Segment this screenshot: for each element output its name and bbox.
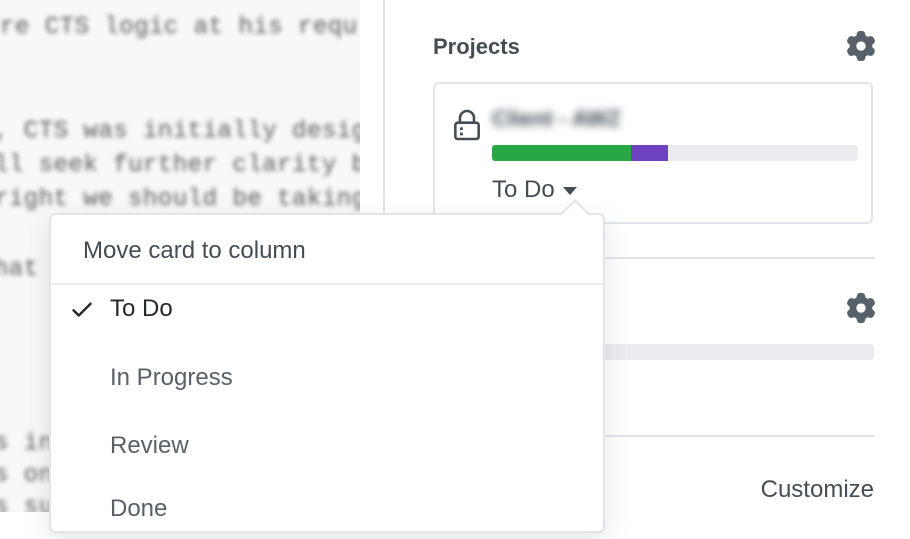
milestone-progress-bar [590,344,874,360]
option-label: In Progress [110,364,233,391]
projects-heading: Projects [433,34,520,59]
column-select-label: To Do [492,176,555,203]
customize-link[interactable]: Customize [761,476,874,504]
blurred-text-line: right we should be taking [0,186,360,213]
column-option-review[interactable]: Review [51,416,603,476]
option-label: To Do [110,295,173,322]
move-card-dropdown: Move card to column To Do In Progress Re… [49,213,605,533]
blurred-text-line: ll seek further clarity b [0,152,360,179]
project-progress-bar [492,145,858,161]
gear-icon[interactable] [846,293,876,323]
blurred-text-line: , CTS was initially desig [0,118,360,145]
gear-icon[interactable] [846,31,876,61]
blurred-text-line: re CTS logic at his requ [0,14,358,41]
column-option-done[interactable]: Done [51,479,603,539]
dropdown-pointer-fill [562,202,588,215]
lock-icon [454,109,480,141]
project-title[interactable]: Client - AWZ [492,106,621,132]
project-card: Client - AWZ To Do [433,82,873,224]
check-icon [72,302,92,317]
blurred-text-line: s su [0,494,54,512]
progress-segment-done [492,145,632,161]
caret-down-icon [562,187,577,195]
dropdown-header: Move card to column [83,237,306,264]
option-label: Done [110,495,168,522]
column-option-to-do[interactable]: To Do [51,279,603,339]
progress-segment-in-progress [631,145,668,161]
column-option-in-progress[interactable]: In Progress [51,348,603,408]
option-label: Review [110,432,189,459]
